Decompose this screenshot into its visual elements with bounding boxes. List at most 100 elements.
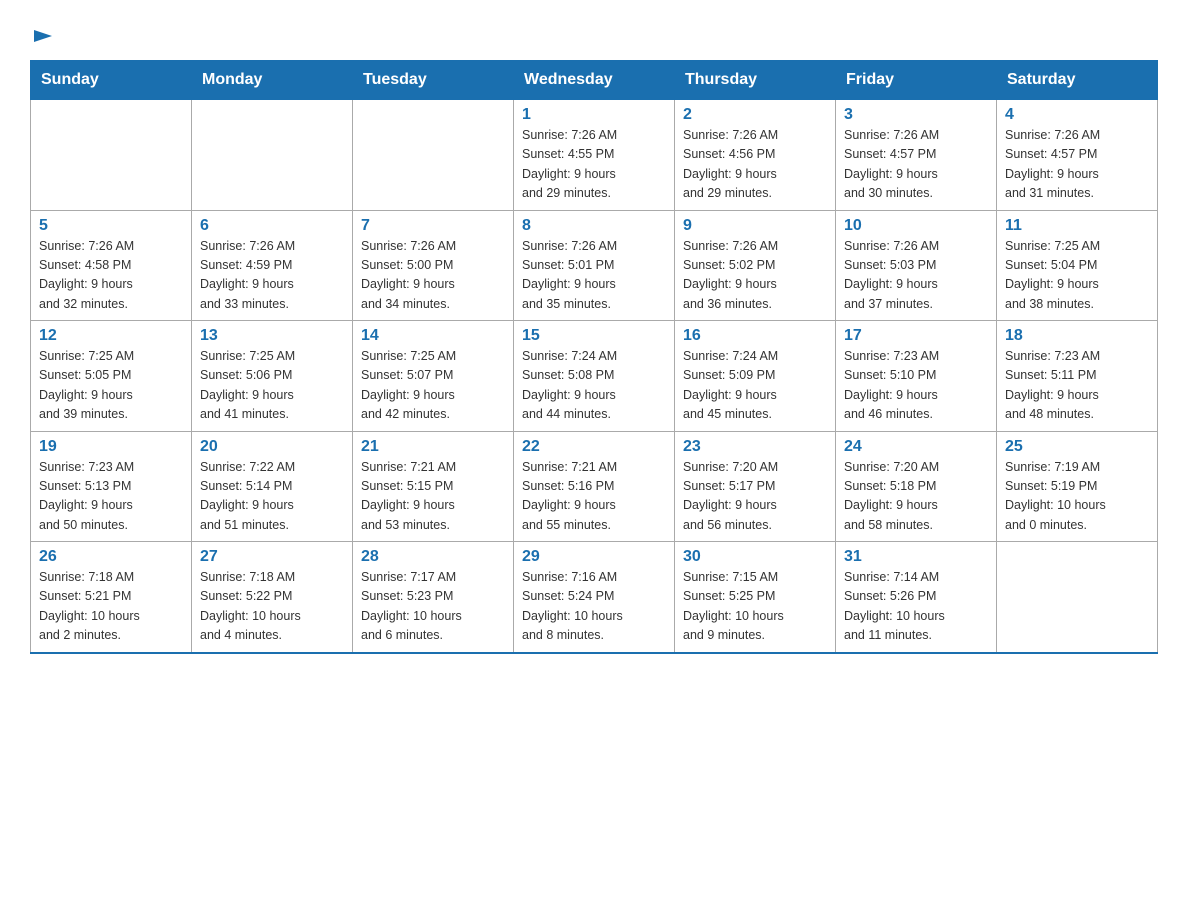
calendar-cell: 3 Sunrise: 7:26 AMSunset: 4:57 PMDaylight… xyxy=(836,100,997,211)
weekday-header-wednesday: Wednesday xyxy=(514,61,675,100)
calendar-cell: 24 Sunrise: 7:20 AMSunset: 5:18 PMDayligh… xyxy=(836,431,997,542)
calendar-cell: 17Sunrise: 7:23 AMSunset: 5:10 PMDayligh… xyxy=(836,321,997,432)
calendar-cell: 8 Sunrise: 7:26 AMSunset: 5:01 PMDaylight… xyxy=(514,210,675,321)
calendar-cell xyxy=(31,100,192,211)
day-number: 10 xyxy=(844,217,988,235)
weekday-header-sunday: Sunday xyxy=(31,61,192,100)
day-info: Sunrise: 7:26 AMSunset: 5:03 PMDaylight:… xyxy=(844,237,988,315)
day-number: 30 xyxy=(683,548,827,566)
day-number: 23 xyxy=(683,438,827,456)
calendar-body: 1 Sunrise: 7:26 AMSunset: 4:55 PMDaylight… xyxy=(31,100,1158,653)
day-number: 19 xyxy=(39,438,183,456)
day-info: Sunrise: 7:26 AMSunset: 5:02 PMDaylight:… xyxy=(683,237,827,315)
day-info: Sunrise: 7:21 AMSunset: 5:16 PMDaylight:… xyxy=(522,458,666,536)
calendar-week-row: 26Sunrise: 7:18 AMSunset: 5:21 PMDayligh… xyxy=(31,542,1158,653)
calendar-cell: 11 Sunrise: 7:25 AMSunset: 5:04 PMDayligh… xyxy=(997,210,1158,321)
day-info: Sunrise: 7:24 AMSunset: 5:09 PMDaylight:… xyxy=(683,347,827,425)
day-info: Sunrise: 7:25 AMSunset: 5:07 PMDaylight:… xyxy=(361,347,505,425)
day-info: Sunrise: 7:26 AMSunset: 4:56 PMDaylight:… xyxy=(683,126,827,204)
weekday-header-tuesday: Tuesday xyxy=(353,61,514,100)
logo xyxy=(30,28,58,50)
calendar-cell: 29 Sunrise: 7:16 AMSunset: 5:24 PMDayligh… xyxy=(514,542,675,653)
day-number: 17 xyxy=(844,327,988,345)
calendar-cell xyxy=(997,542,1158,653)
day-number: 16 xyxy=(683,327,827,345)
day-number: 31 xyxy=(844,548,988,566)
day-info: Sunrise: 7:22 AMSunset: 5:14 PMDaylight:… xyxy=(200,458,344,536)
day-info: Sunrise: 7:26 AMSunset: 4:59 PMDaylight:… xyxy=(200,237,344,315)
day-info: Sunrise: 7:26 AMSunset: 4:57 PMDaylight:… xyxy=(1005,126,1149,204)
day-number: 15 xyxy=(522,327,666,345)
calendar-cell: 10 Sunrise: 7:26 AMSunset: 5:03 PMDayligh… xyxy=(836,210,997,321)
calendar-cell: 7Sunrise: 7:26 AMSunset: 5:00 PMDaylight… xyxy=(353,210,514,321)
calendar-cell: 27 Sunrise: 7:18 AMSunset: 5:22 PMDayligh… xyxy=(192,542,353,653)
calendar-cell xyxy=(353,100,514,211)
calendar-header: SundayMondayTuesdayWednesdayThursdayFrid… xyxy=(31,61,1158,100)
day-number: 28 xyxy=(361,548,505,566)
calendar-cell: 22 Sunrise: 7:21 AMSunset: 5:16 PMDayligh… xyxy=(514,431,675,542)
day-info: Sunrise: 7:25 AMSunset: 5:06 PMDaylight:… xyxy=(200,347,344,425)
day-info: Sunrise: 7:26 AMSunset: 5:01 PMDaylight:… xyxy=(522,237,666,315)
weekday-header-monday: Monday xyxy=(192,61,353,100)
calendar-cell: 21Sunrise: 7:21 AMSunset: 5:15 PMDayligh… xyxy=(353,431,514,542)
calendar-cell: 2 Sunrise: 7:26 AMSunset: 4:56 PMDaylight… xyxy=(675,100,836,211)
calendar-cell: 23 Sunrise: 7:20 AMSunset: 5:17 PMDayligh… xyxy=(675,431,836,542)
calendar-cell: 28 Sunrise: 7:17 AMSunset: 5:23 PMDayligh… xyxy=(353,542,514,653)
day-info: Sunrise: 7:17 AMSunset: 5:23 PMDaylight:… xyxy=(361,568,505,646)
day-info: Sunrise: 7:20 AMSunset: 5:17 PMDaylight:… xyxy=(683,458,827,536)
weekday-header-thursday: Thursday xyxy=(675,61,836,100)
day-number: 27 xyxy=(200,548,344,566)
day-info: Sunrise: 7:26 AMSunset: 4:55 PMDaylight:… xyxy=(522,126,666,204)
day-number: 22 xyxy=(522,438,666,456)
page-header xyxy=(30,24,1158,50)
day-info: Sunrise: 7:14 AMSunset: 5:26 PMDaylight:… xyxy=(844,568,988,646)
day-number: 11 xyxy=(1005,217,1149,235)
calendar-cell: 19 Sunrise: 7:23 AMSunset: 5:13 PMDayligh… xyxy=(31,431,192,542)
day-number: 29 xyxy=(522,548,666,566)
calendar-cell: 14Sunrise: 7:25 AMSunset: 5:07 PMDayligh… xyxy=(353,321,514,432)
day-number: 4 xyxy=(1005,106,1149,124)
day-number: 25 xyxy=(1005,438,1149,456)
day-number: 5 xyxy=(39,217,183,235)
day-info: Sunrise: 7:23 AMSunset: 5:13 PMDaylight:… xyxy=(39,458,183,536)
day-info: Sunrise: 7:20 AMSunset: 5:18 PMDaylight:… xyxy=(844,458,988,536)
day-number: 26 xyxy=(39,548,183,566)
day-info: Sunrise: 7:26 AMSunset: 4:58 PMDaylight:… xyxy=(39,237,183,315)
day-number: 9 xyxy=(683,217,827,235)
calendar-cell: 26Sunrise: 7:18 AMSunset: 5:21 PMDayligh… xyxy=(31,542,192,653)
calendar-cell: 30 Sunrise: 7:15 AMSunset: 5:25 PMDayligh… xyxy=(675,542,836,653)
calendar-cell: 1 Sunrise: 7:26 AMSunset: 4:55 PMDaylight… xyxy=(514,100,675,211)
calendar-cell: 5 Sunrise: 7:26 AMSunset: 4:58 PMDaylight… xyxy=(31,210,192,321)
day-info: Sunrise: 7:18 AMSunset: 5:22 PMDaylight:… xyxy=(200,568,344,646)
calendar-cell: 13 Sunrise: 7:25 AMSunset: 5:06 PMDayligh… xyxy=(192,321,353,432)
calendar-cell: 15 Sunrise: 7:24 AMSunset: 5:08 PMDayligh… xyxy=(514,321,675,432)
day-info: Sunrise: 7:21 AMSunset: 5:15 PMDaylight:… xyxy=(361,458,505,536)
day-number: 12 xyxy=(39,327,183,345)
day-number: 6 xyxy=(200,217,344,235)
day-info: Sunrise: 7:25 AMSunset: 5:05 PMDaylight:… xyxy=(39,347,183,425)
calendar-cell: 16 Sunrise: 7:24 AMSunset: 5:09 PMDayligh… xyxy=(675,321,836,432)
weekday-header-row: SundayMondayTuesdayWednesdayThursdayFrid… xyxy=(31,61,1158,100)
day-number: 24 xyxy=(844,438,988,456)
day-info: Sunrise: 7:16 AMSunset: 5:24 PMDaylight:… xyxy=(522,568,666,646)
day-number: 18 xyxy=(1005,327,1149,345)
day-info: Sunrise: 7:26 AMSunset: 4:57 PMDaylight:… xyxy=(844,126,988,204)
calendar-week-row: 12 Sunrise: 7:25 AMSunset: 5:05 PMDayligh… xyxy=(31,321,1158,432)
day-number: 13 xyxy=(200,327,344,345)
day-number: 2 xyxy=(683,106,827,124)
day-info: Sunrise: 7:25 AMSunset: 5:04 PMDaylight:… xyxy=(1005,237,1149,315)
calendar-table: SundayMondayTuesdayWednesdayThursdayFrid… xyxy=(30,60,1158,654)
day-number: 3 xyxy=(844,106,988,124)
calendar-cell: 4 Sunrise: 7:26 AMSunset: 4:57 PMDaylight… xyxy=(997,100,1158,211)
day-number: 1 xyxy=(522,106,666,124)
day-info: Sunrise: 7:15 AMSunset: 5:25 PMDaylight:… xyxy=(683,568,827,646)
calendar-week-row: 1 Sunrise: 7:26 AMSunset: 4:55 PMDaylight… xyxy=(31,100,1158,211)
day-number: 8 xyxy=(522,217,666,235)
day-info: Sunrise: 7:19 AMSunset: 5:19 PMDaylight:… xyxy=(1005,458,1149,536)
day-info: Sunrise: 7:24 AMSunset: 5:08 PMDaylight:… xyxy=(522,347,666,425)
calendar-week-row: 19 Sunrise: 7:23 AMSunset: 5:13 PMDayligh… xyxy=(31,431,1158,542)
calendar-cell: 25 Sunrise: 7:19 AMSunset: 5:19 PMDayligh… xyxy=(997,431,1158,542)
calendar-cell: 12 Sunrise: 7:25 AMSunset: 5:05 PMDayligh… xyxy=(31,321,192,432)
day-number: 7 xyxy=(361,217,505,235)
calendar-cell: 31 Sunrise: 7:14 AMSunset: 5:26 PMDayligh… xyxy=(836,542,997,653)
